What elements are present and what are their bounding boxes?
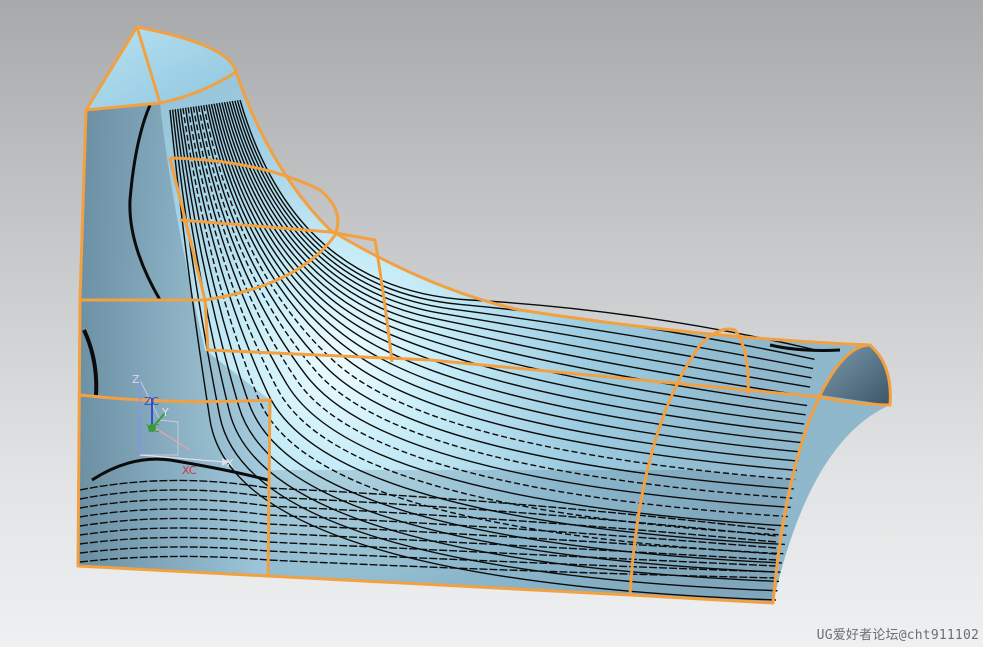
surface-model[interactable]: Z X Y XC ZC YC bbox=[0, 0, 983, 647]
z-label: Z bbox=[132, 373, 140, 386]
zc-label: ZC bbox=[144, 395, 160, 408]
y-label: Y bbox=[161, 406, 169, 419]
xc-label: XC bbox=[182, 464, 197, 477]
yc-label: YC bbox=[145, 422, 160, 435]
watermark-text: UG爱好者论坛@cht911102 bbox=[816, 628, 979, 643]
x-label: X bbox=[226, 457, 234, 470]
graphics-viewport[interactable]: Z X Y XC ZC YC UG爱好者论坛@cht911102 bbox=[0, 0, 983, 647]
